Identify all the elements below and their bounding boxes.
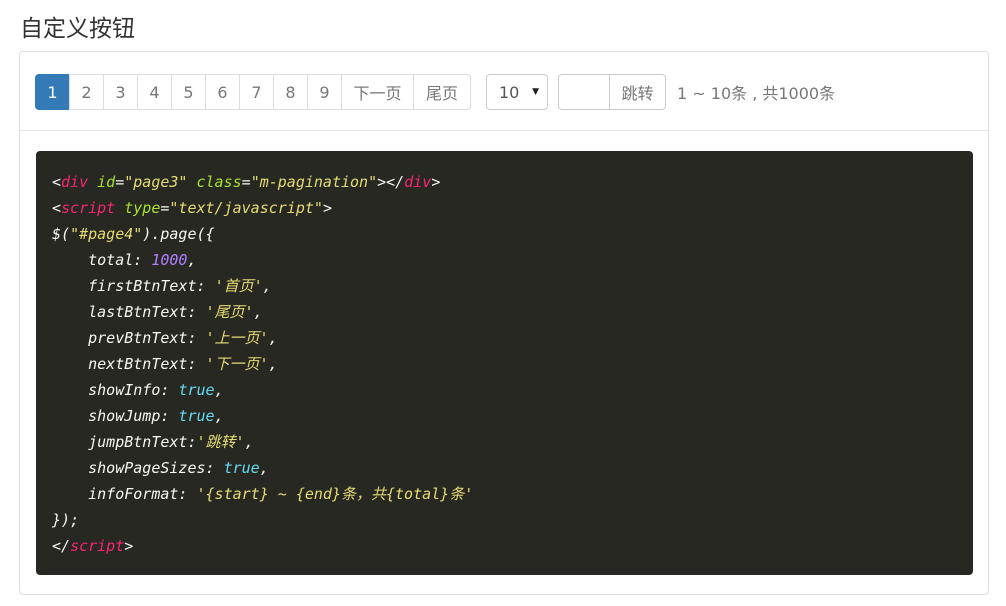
page-button-4[interactable]: 4	[137, 74, 172, 110]
page-button-2[interactable]: 2	[69, 74, 104, 110]
code-line: showInfo: true,	[52, 381, 224, 399]
jump-page-input[interactable]	[558, 74, 610, 110]
page-button-1[interactable]: 1	[35, 74, 70, 110]
code-line: showPageSizes: true,	[52, 459, 269, 477]
page-button-9[interactable]: 9	[307, 74, 342, 110]
last-page-button[interactable]: 尾页	[413, 74, 471, 110]
code-line: nextBtnText: '下一页',	[52, 355, 278, 373]
pagination-demo-area: 1 2 3 4 5 6 7 8 9 下一页 尾页 10 ▼ 跳转 1 ~ 10条…	[20, 52, 988, 131]
code-line: });	[52, 511, 80, 529]
code-line: firstBtnText: '首页',	[52, 277, 272, 295]
pagination-info: 1 ~ 10条 , 共1000条	[677, 84, 836, 103]
code-line: jumpBtnText:'跳转',	[52, 433, 254, 451]
pagination: 1 2 3 4 5 6 7 8 9 下一页 尾页	[35, 74, 471, 110]
code-line: <div id="page3" class="m-pagination"></d…	[52, 173, 441, 191]
page-size-value: 10	[499, 82, 520, 102]
demo-panel: 1 2 3 4 5 6 7 8 9 下一页 尾页 10 ▼ 跳转 1 ~ 10条…	[19, 51, 989, 595]
code-line: showJump: true,	[52, 407, 224, 425]
page-size-select[interactable]: 10 ▼	[486, 74, 548, 110]
next-page-button[interactable]: 下一页	[341, 74, 414, 110]
page-title: 自定义按钮	[20, 16, 135, 42]
page-button-8[interactable]: 8	[273, 74, 308, 110]
code-line: $("#page4").page({	[52, 225, 215, 243]
page-button-7[interactable]: 7	[239, 74, 274, 110]
code-line: prevBtnText: '上一页',	[52, 329, 278, 347]
code-line: lastBtnText: '尾页',	[52, 303, 263, 321]
jump-group: 跳转	[558, 74, 666, 110]
caret-down-icon: ▼	[532, 87, 539, 97]
code-block: <div id="page3" class="m-pagination"></d…	[36, 151, 973, 575]
jump-button[interactable]: 跳转	[609, 74, 666, 110]
code-line: infoFormat: '{start} ~ {end}条，共{total}条'	[52, 485, 474, 503]
code-line: <script type="text/javascript">	[52, 199, 332, 217]
page-button-5[interactable]: 5	[171, 74, 206, 110]
code-line: total: 1000,	[52, 251, 197, 269]
page-button-3[interactable]: 3	[103, 74, 138, 110]
page-button-6[interactable]: 6	[205, 74, 240, 110]
code-line: </script>	[52, 537, 134, 555]
